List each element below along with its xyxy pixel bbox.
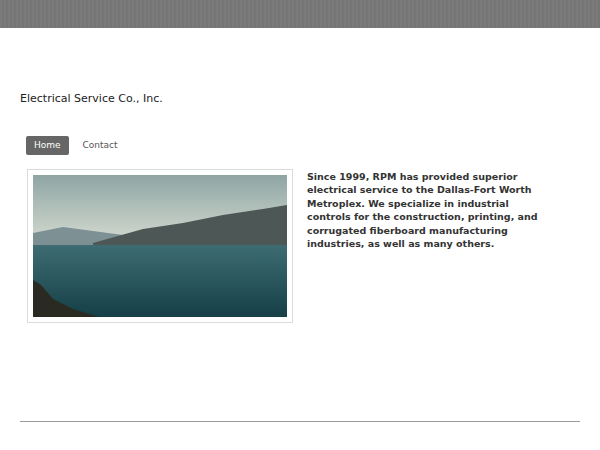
nav-bar: Home Contact: [20, 136, 580, 155]
nav-item[interactable]: Home: [26, 136, 69, 155]
nav-item[interactable]: Contact: [75, 136, 126, 155]
landscape-photo: [33, 175, 287, 317]
top-bar: [0, 0, 600, 28]
intro-text: Since 1999, RPM has provided superior el…: [307, 169, 543, 323]
content: Since 1999, RPM has provided superior el…: [20, 169, 580, 323]
photo-frame: [27, 169, 293, 323]
site-title: Electrical Service Co., Inc.: [20, 92, 580, 106]
footer-rule: [20, 421, 580, 422]
